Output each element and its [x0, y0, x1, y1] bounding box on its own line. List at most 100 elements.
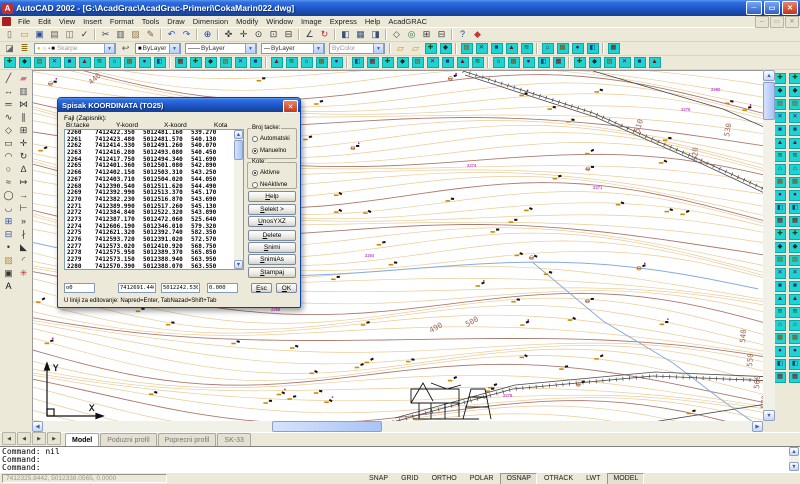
chevron-down-icon[interactable]: ▼	[245, 43, 256, 54]
help-button[interactable]: Help	[248, 191, 296, 202]
grac-rd2-tool-16-button[interactable]: ✕	[788, 267, 800, 280]
selekt-button[interactable]: Selekt >	[248, 204, 296, 215]
grac-r3-tool-34-button[interactable]: ●	[521, 56, 536, 69]
grac-r3-tool-28-button[interactable]: ✕	[425, 56, 440, 69]
grac-r3-tool-31-button[interactable]: ≋	[470, 56, 485, 69]
grac-rd2-tool-24-button[interactable]: ▦	[788, 371, 800, 384]
grac-rd2-tool-9-button[interactable]: ▩	[788, 176, 800, 189]
match-properties-button[interactable]: ✎	[143, 28, 158, 41]
save-button[interactable]: ▣	[32, 28, 47, 41]
toggle-osnap[interactable]: OSNAP	[500, 473, 537, 484]
menu-insert[interactable]: Insert	[79, 17, 106, 26]
spelling-button[interactable]: ✓	[77, 28, 92, 41]
rotate-button[interactable]: ↻	[16, 150, 31, 163]
grac-rd2-tool-20-button[interactable]: ⌂	[788, 319, 800, 332]
grac-rd2-tool-15-button[interactable]: ▨	[788, 254, 800, 267]
list-scrollbar[interactable]: ▲ ▼	[234, 130, 243, 269]
grac-r2-tool-11-button[interactable]: ◧	[585, 42, 600, 55]
rectangle-button[interactable]: ▭	[1, 137, 16, 150]
arc-button[interactable]: ◠	[1, 150, 16, 163]
grac-rd2-tool-10-button[interactable]: ●	[788, 189, 800, 202]
spline-button[interactable]: ≈	[1, 176, 16, 189]
esc-button[interactable]: Esc	[251, 283, 272, 293]
unosyxz-button[interactable]: UnosYXZ	[248, 216, 296, 227]
menu-image[interactable]: Image	[297, 17, 326, 26]
toggle-otrack[interactable]: OTRACK	[538, 473, 579, 484]
menu-draw[interactable]: Draw	[163, 17, 189, 26]
child-restore-button[interactable]: ▭	[770, 16, 784, 28]
help-button[interactable]: ?	[455, 28, 470, 41]
menu-format[interactable]: Format	[106, 17, 138, 26]
multiline-text-button[interactable]: A	[1, 280, 16, 293]
scroll-left-icon[interactable]: ◀	[32, 421, 43, 432]
grac-r3-tool-9-button[interactable]: ▩	[122, 56, 137, 69]
grac-r3-tool-36-button[interactable]: ▦	[551, 56, 566, 69]
scroll-down-icon[interactable]: ▼	[234, 260, 243, 269]
grac-rd2-tool-3-button[interactable]: ▨	[788, 98, 800, 111]
grac-rd2-tool-12-button[interactable]: ▦	[788, 215, 800, 228]
scroll-up-icon[interactable]: ▲	[789, 447, 799, 456]
tab-next-icon[interactable]: ▶	[32, 432, 46, 445]
polyline-button[interactable]: ∿	[1, 111, 16, 124]
scroll-down-icon[interactable]: ▼	[789, 462, 799, 471]
grac-r2-tool-9-button[interactable]: ▩	[555, 42, 570, 55]
cut-button[interactable]: ✂	[98, 28, 113, 41]
zoom-realtime-button[interactable]: ⊙	[251, 28, 266, 41]
command-window[interactable]: Command: nilCommand:Command:	[0, 446, 800, 472]
grac-rd2-tool-22-button[interactable]: ●	[788, 345, 800, 358]
grac-r3-tool-41-button[interactable]: ■	[632, 56, 647, 69]
hatch-button[interactable]: ▨	[1, 254, 16, 267]
plot-style-combo[interactable]: ByColor ▼	[329, 43, 385, 54]
coord-row[interactable]: 22807412570.3905012388.070563.550	[65, 264, 243, 270]
toggle-polar[interactable]: POLAR	[464, 473, 500, 484]
3d-orbit-button[interactable]: ◎	[404, 28, 419, 41]
grac-rd2-tool-18-button[interactable]: ▲	[788, 293, 800, 306]
grac-r3-tool-29-button[interactable]: ■	[440, 56, 455, 69]
zoom-out-button[interactable]: ⊟	[434, 28, 449, 41]
scroll-up-icon[interactable]: ▲	[763, 70, 775, 81]
minimize-button[interactable]: ─	[746, 1, 762, 15]
zoom-previous-button[interactable]: ⊟	[281, 28, 296, 41]
grac-rd2-tool-23-button[interactable]: ◧	[788, 358, 800, 371]
zoom-in-button[interactable]: ⊞	[419, 28, 434, 41]
grac-rd2-tool-2-button[interactable]: ◆	[788, 85, 800, 98]
grac-r3-tool-1-button[interactable]: ✚	[2, 56, 17, 69]
grac-r3-tool-5-button[interactable]: ■	[62, 56, 77, 69]
tab-sk-33[interactable]: SK-33	[217, 433, 250, 446]
grac-r2-tool-4-button[interactable]: ✕	[474, 42, 489, 55]
kote-aktivne-radio[interactable]: Aktivne	[252, 170, 280, 176]
move-button[interactable]: ✛	[16, 137, 31, 150]
scroll-down-icon[interactable]: ▼	[763, 410, 775, 421]
grac-rd2-tool-13-button[interactable]: ✚	[788, 228, 800, 241]
tab-model[interactable]: Model	[65, 433, 99, 446]
designcenter-button[interactable]: ▦	[353, 28, 368, 41]
vertical-scrollbar[interactable]: ▲ ▼	[763, 70, 775, 421]
grac-r2-tool-3-button[interactable]: ▨	[459, 42, 474, 55]
chevron-down-icon[interactable]: ▼	[169, 43, 180, 54]
grac-r2-tool-6-button[interactable]: ▲	[504, 42, 519, 55]
grac-r3-tool-24-button[interactable]: ▦	[365, 56, 380, 69]
break-button[interactable]: ∤	[16, 228, 31, 241]
trim-button[interactable]: ⊢	[16, 202, 31, 215]
command-scrollbar[interactable]: ▲ ▼	[789, 447, 799, 471]
toggle-model[interactable]: MODEL	[607, 473, 644, 484]
tab-poprecni-profil[interactable]: Poprecni profil	[158, 433, 217, 446]
menu-window[interactable]: Window	[262, 17, 297, 26]
toggle-snap[interactable]: SNAP	[363, 473, 394, 484]
linetype-combo[interactable]: —— ByLayer ▼	[185, 43, 257, 54]
grac-rd2-tool-6-button[interactable]: ▲	[788, 137, 800, 150]
region-button[interactable]: ▣	[1, 267, 16, 280]
redo-button[interactable]: ↷	[179, 28, 194, 41]
grac-r3-tool-6-button[interactable]: ▲	[77, 56, 92, 69]
offset-button[interactable]: ∥	[16, 111, 31, 124]
toggle-lwt[interactable]: LWT	[580, 473, 606, 484]
chamfer-button[interactable]: ◣	[16, 241, 31, 254]
fillet-button[interactable]: ◜	[16, 254, 31, 267]
grac-r3-tool-26-button[interactable]: ◆	[395, 56, 410, 69]
grac-r3-tool-42-button[interactable]: ▲	[647, 56, 662, 69]
chevron-down-icon[interactable]: ▼	[313, 43, 324, 54]
horizontal-scrollbar[interactable]: ◀ ▶	[32, 421, 763, 432]
tab-prev-icon[interactable]: ◀	[17, 432, 31, 445]
undo-button[interactable]: ↶	[164, 28, 179, 41]
horizontal-scroll-thumb[interactable]	[272, 421, 382, 432]
